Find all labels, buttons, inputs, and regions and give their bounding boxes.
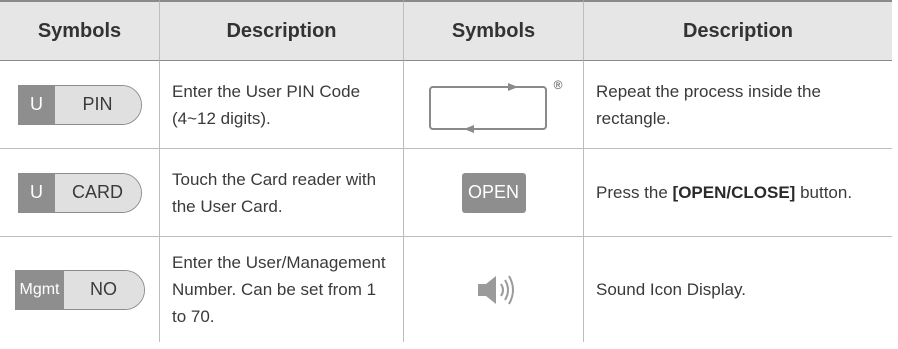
row1-right-symbol: ® xyxy=(404,61,584,149)
open-button-icon: OPEN xyxy=(461,172,526,213)
row3-left-symbol: Mgmt NO xyxy=(0,237,160,342)
row3-right-description: Sound Icon Display. xyxy=(596,280,746,299)
user-card-key: U CARD xyxy=(17,172,142,213)
desc-post: button. xyxy=(795,183,853,202)
header-symbols-2: Symbols xyxy=(404,0,584,61)
row2-right-description: Press the [OPEN/CLOSE] button. xyxy=(584,149,892,237)
key-right-label: CARD xyxy=(54,173,141,212)
row1-left-description: Enter the User PIN Code (4~12 digits). xyxy=(160,61,404,149)
key-left-label: U xyxy=(18,85,55,124)
header-description-2: Description xyxy=(584,0,892,61)
row2-left-symbol: U CARD xyxy=(0,149,160,237)
row2-right-symbol: OPEN xyxy=(404,149,584,237)
symbols-table: Symbols Description Symbols Description … xyxy=(0,0,898,349)
row1-right-description: Repeat the process inside the rectangle. xyxy=(584,61,892,149)
row1-left-symbol: U PIN xyxy=(0,61,160,149)
row2-left-description: Touch the Card reader with the User Card… xyxy=(160,149,404,237)
row3-left-description: Enter the User/Management Number. Can be… xyxy=(160,237,404,342)
key-left-label: U xyxy=(18,173,55,212)
header-description-1: Description xyxy=(160,0,404,61)
desc-bold: [OPEN/CLOSE] xyxy=(672,183,796,202)
registered-mark: ® xyxy=(553,78,562,92)
repeat-rectangle-icon: ® xyxy=(428,78,562,133)
key-right-label: NO xyxy=(63,270,144,309)
key-left-label: Mgmt xyxy=(15,270,64,309)
user-pin-key: U PIN xyxy=(17,84,142,125)
mgmt-no-key: Mgmt NO xyxy=(14,269,145,310)
key-right-label: PIN xyxy=(54,85,141,124)
desc-pre: Press the xyxy=(596,183,673,202)
row3-right-symbol xyxy=(404,237,584,342)
speaker-icon xyxy=(477,275,514,304)
symbols-grid: Symbols Description Symbols Description … xyxy=(0,0,892,342)
header-symbols-1: Symbols xyxy=(0,0,160,61)
